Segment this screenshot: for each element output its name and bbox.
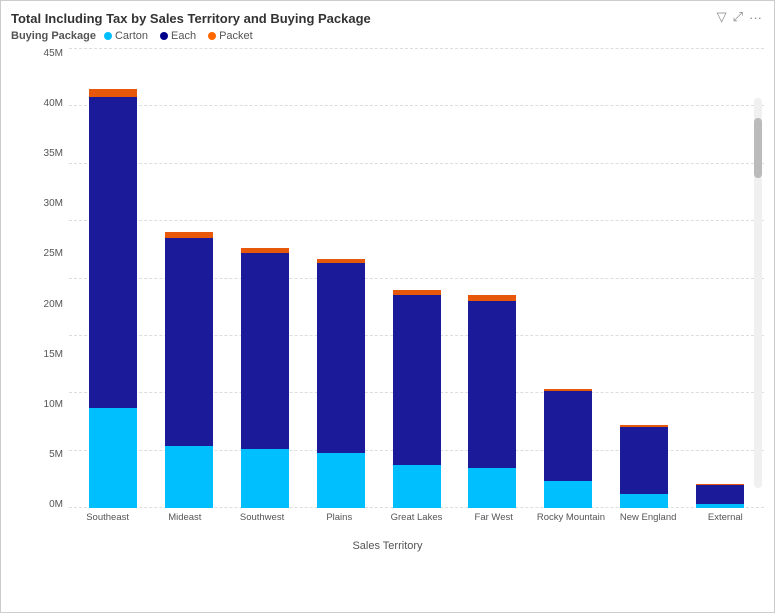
carton-dot (104, 32, 112, 40)
packet-label: Packet (219, 30, 253, 42)
bar-group (606, 425, 682, 508)
bar-segment-each (620, 427, 668, 494)
bar-segment-carton (544, 481, 592, 508)
bar-segment-each (544, 391, 592, 481)
x-label: Great Lakes (378, 512, 455, 523)
bar-group (454, 295, 530, 508)
bar-segment-each (468, 301, 516, 468)
x-label: Rocky Mountain (532, 512, 609, 523)
bar-stack (468, 295, 516, 508)
x-label: Southwest (223, 512, 300, 523)
y-axis-label: 15M (44, 349, 63, 360)
bar-segment-each (317, 263, 365, 452)
x-label: Far West (455, 512, 532, 523)
packet-dot (208, 32, 216, 40)
more-icon[interactable]: ··· (749, 10, 762, 25)
legend-item-packet: Packet (208, 30, 253, 42)
bar-stack (241, 248, 289, 508)
y-axis-label: 10M (44, 399, 63, 410)
carton-label: Carton (115, 30, 148, 42)
bar-segment-packet (89, 89, 137, 98)
y-axis-label: 5M (49, 449, 63, 460)
bar-stack (165, 232, 213, 508)
bar-segment-carton (241, 449, 289, 508)
bar-segment-each (241, 253, 289, 449)
expand-icon[interactable]: ⤢ (733, 9, 743, 25)
bar-stack (317, 259, 365, 508)
bar-stack (696, 484, 744, 508)
bar-segment-carton (620, 494, 668, 508)
chart-container: Total Including Tax by Sales Territory a… (0, 0, 775, 613)
y-axis-label: 45M (44, 48, 63, 59)
bar-segment-each (393, 295, 441, 465)
scrollbar[interactable] (754, 98, 762, 488)
bar-segment-carton (468, 468, 516, 508)
bar-group (227, 248, 303, 508)
filter-icon[interactable]: ▽ (717, 9, 727, 25)
bar-stack (620, 425, 668, 508)
x-label: External (687, 512, 764, 523)
legend-item-carton: Carton (104, 30, 148, 42)
x-labels: SoutheastMideastSouthwestPlainsGreat Lak… (69, 508, 764, 538)
x-label: Plains (301, 512, 378, 523)
bar-stack (544, 389, 592, 508)
legend-title: Buying Package (11, 30, 96, 42)
bars-row (69, 48, 764, 508)
bar-stack (393, 290, 441, 508)
y-axis-label: 35M (44, 148, 63, 159)
x-axis-title: Sales Territory (11, 540, 764, 552)
bar-group (75, 89, 151, 508)
bar-segment-carton (165, 446, 213, 508)
chart-title: Total Including Tax by Sales Territory a… (11, 11, 764, 26)
legend: Buying Package Carton Each Packet (11, 30, 764, 42)
x-label: Mideast (146, 512, 223, 523)
y-axis-label: 20M (44, 299, 63, 310)
bar-group (151, 232, 227, 508)
bar-group (682, 484, 758, 508)
bar-group (379, 290, 455, 508)
bar-segment-carton (317, 453, 365, 508)
bar-segment-each (89, 97, 137, 408)
y-axis-label: 0M (49, 499, 63, 510)
bar-segment-carton (89, 408, 137, 508)
legend-item-each: Each (160, 30, 196, 42)
bar-group (303, 259, 379, 508)
y-axis: 45M 40M 35M 30M 25M 20M 15M 10M 5M 0M (27, 48, 69, 538)
bar-segment-each (696, 485, 744, 504)
chart-icons: ▽ ⤢ ··· (717, 9, 762, 25)
each-dot (160, 32, 168, 40)
x-label: Southeast (69, 512, 146, 523)
bar-segment-carton (393, 465, 441, 508)
plot-area: SoutheastMideastSouthwestPlainsGreat Lak… (69, 48, 764, 538)
scrollbar-thumb[interactable] (754, 118, 762, 178)
y-axis-label: 25M (44, 248, 63, 259)
each-label: Each (171, 30, 196, 42)
bar-group (530, 389, 606, 508)
y-axis-label: 30M (44, 198, 63, 209)
bar-segment-each (165, 238, 213, 446)
x-label: New England (610, 512, 687, 523)
bar-stack (89, 89, 137, 508)
y-axis-label: 40M (44, 98, 63, 109)
